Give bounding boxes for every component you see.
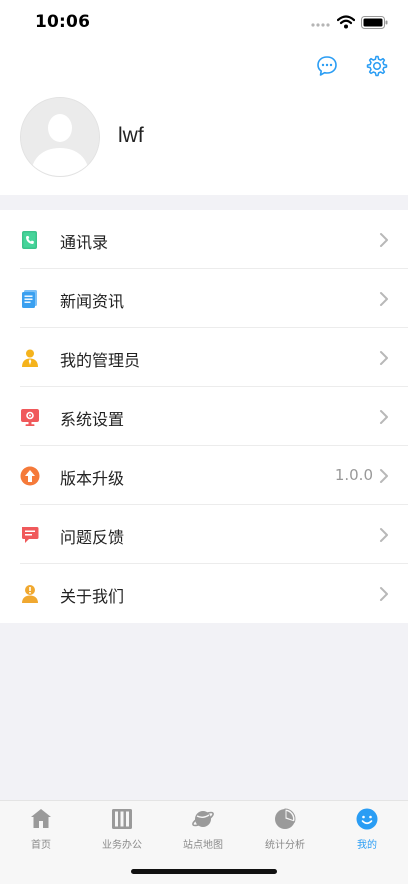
- menu-item-label: 通讯录: [60, 233, 109, 252]
- tab-label: 统计分析: [265, 840, 305, 851]
- menu-item-label: 我的管理员: [60, 351, 141, 370]
- status-bar: 10:06: [0, 0, 408, 44]
- home-indicator[interactable]: [131, 869, 277, 874]
- menu-item-label: 新闻资讯: [60, 292, 125, 311]
- tab-label: 站点地图: [183, 840, 223, 851]
- tab-home[interactable]: 首页: [0, 807, 82, 853]
- chevron-right-icon: [380, 233, 388, 247]
- office-books-icon: [112, 809, 132, 829]
- version-value: 1.0.0: [334, 466, 373, 484]
- status-time: 10:06: [35, 12, 91, 32]
- tab-office[interactable]: 业务办公: [81, 807, 163, 853]
- menu-item-admin[interactable]: 我的管理员: [0, 328, 408, 387]
- gear-icon[interactable]: [365, 54, 389, 78]
- news-document-icon: [22, 290, 37, 308]
- menu-item-label: 关于我们: [60, 587, 125, 606]
- username: lwf: [118, 124, 144, 147]
- tab-label: 我的: [357, 840, 377, 851]
- menu-item-about-us[interactable]: 关于我们: [0, 564, 408, 623]
- status-indicators: [311, 14, 388, 30]
- menu-item-news[interactable]: 新闻资讯: [0, 269, 408, 328]
- menu-item-contacts[interactable]: 通讯录: [0, 210, 408, 269]
- system-monitor-icon: [21, 409, 39, 426]
- contacts-phone-icon: [22, 231, 37, 249]
- upgrade-arrow-icon: [20, 466, 40, 486]
- about-info-icon: [22, 585, 38, 603]
- menu-item-feedback[interactable]: 问题反馈: [0, 505, 408, 564]
- chat-bubble-icon[interactable]: [315, 54, 339, 78]
- feedback-chat-icon: [22, 527, 39, 543]
- home-icon: [31, 809, 51, 828]
- chevron-right-icon: [380, 587, 388, 601]
- menu-item-system-settings[interactable]: 系统设置: [0, 387, 408, 446]
- profile-face-icon: [356, 808, 378, 830]
- planet-map-icon: [192, 811, 214, 827]
- pie-chart-icon: [275, 808, 296, 829]
- menu-item-label: 系统设置: [60, 410, 125, 429]
- tab-label: 首页: [31, 840, 51, 851]
- chevron-right-icon: [380, 410, 388, 424]
- battery-icon: [361, 15, 388, 29]
- tab-site-map[interactable]: 站点地图: [162, 807, 244, 853]
- screen: 10:06 lwf 通讯录 新闻资讯 我的管理员 系统设置 版本升级 1.0.0…: [0, 0, 408, 884]
- tab-label: 业务办公: [102, 840, 142, 851]
- chevron-right-icon: [380, 469, 388, 483]
- menu-item-label: 版本升级: [60, 469, 125, 488]
- chevron-right-icon: [380, 528, 388, 542]
- tab-statistics[interactable]: 统计分析: [244, 807, 326, 853]
- admin-person-icon: [22, 349, 38, 367]
- tab-mine[interactable]: 我的: [326, 807, 408, 853]
- profile-header: lwf: [0, 44, 408, 195]
- avatar[interactable]: [20, 97, 100, 177]
- menu-item-label: 问题反馈: [60, 528, 125, 547]
- chevron-right-icon: [380, 351, 388, 365]
- wifi-icon: [337, 15, 355, 29]
- default-avatar-icon: [21, 98, 99, 176]
- signal-icon: [311, 23, 330, 27]
- menu-list: 通讯录 新闻资讯 我的管理员 系统设置 版本升级 1.0.0 问题反馈 关于我们: [0, 210, 408, 623]
- menu-item-version-upgrade[interactable]: 版本升级 1.0.0: [0, 446, 408, 505]
- chevron-right-icon: [380, 292, 388, 306]
